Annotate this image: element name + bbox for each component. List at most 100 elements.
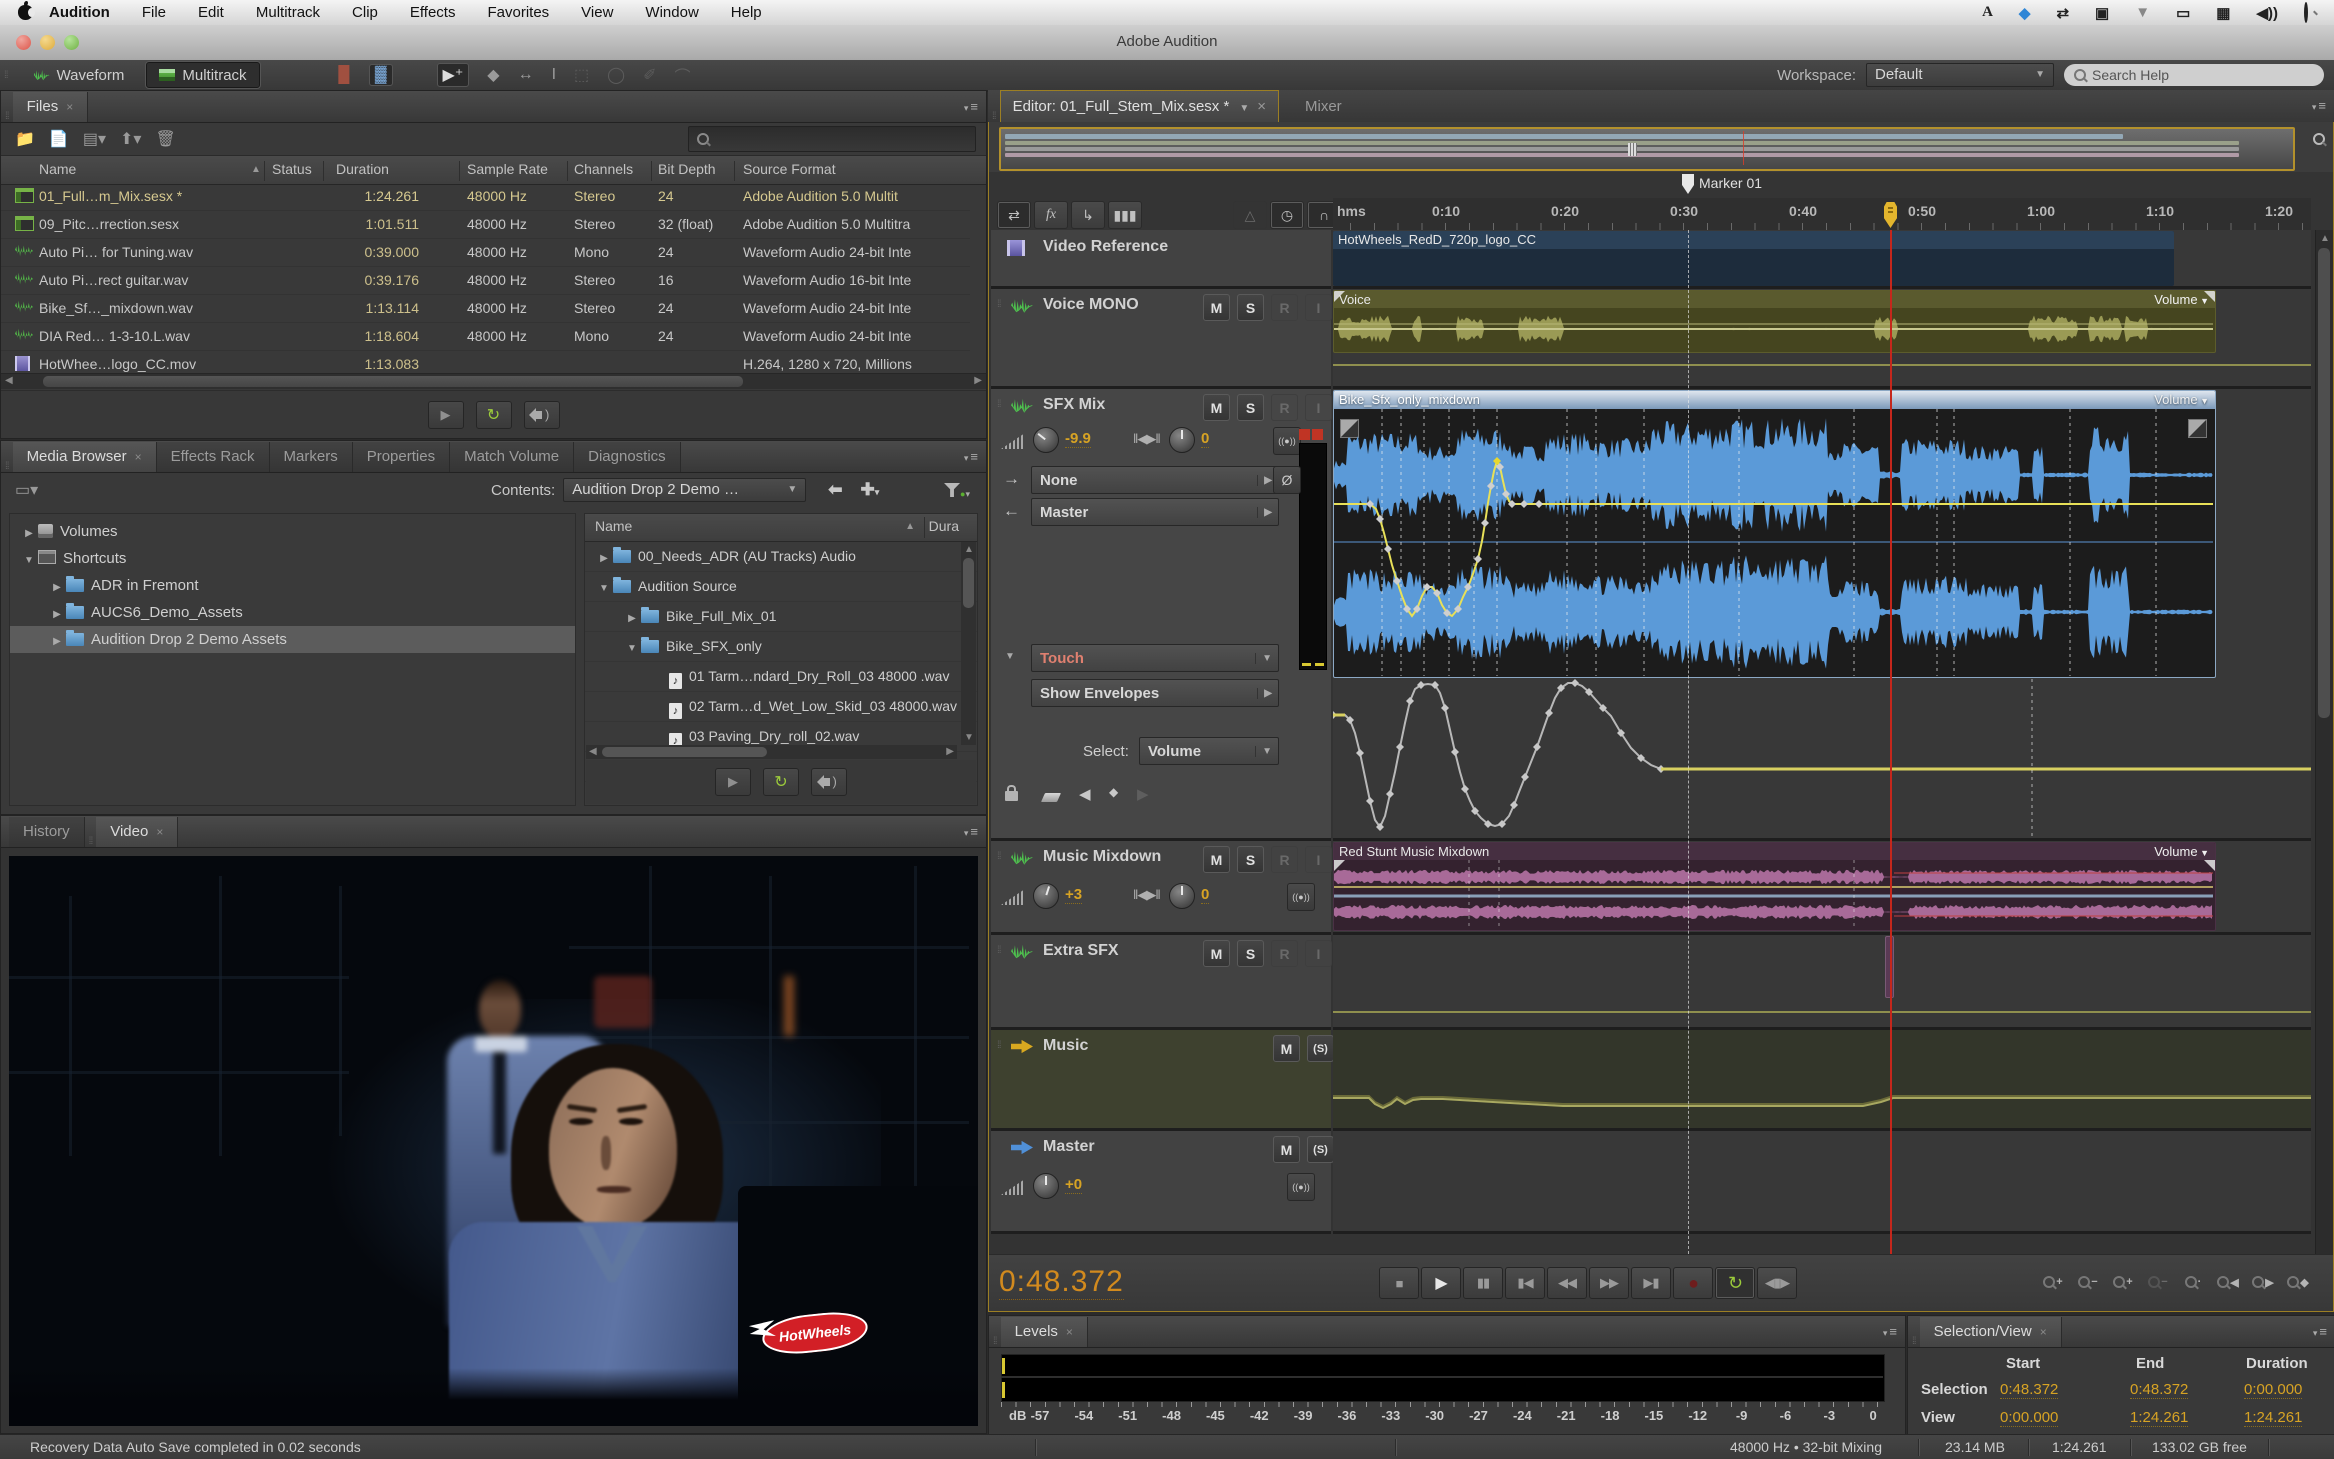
solo-safe-button[interactable]: (S) (1307, 1035, 1334, 1062)
playhead-pin[interactable] (1884, 202, 1897, 228)
files-horizontal-scrollbar[interactable]: ◀▶ (1, 373, 986, 389)
transport-button[interactable]: ▶ (1421, 1267, 1461, 1299)
editor-panel-menu-icon[interactable]: ≡ (2312, 98, 2326, 113)
transport-button[interactable]: ■ (1379, 1267, 1419, 1299)
zoom-button[interactable]: − (2072, 1269, 2104, 1295)
selection-start-value[interactable]: 0:48.372 (2000, 1381, 2058, 1399)
clear-keyframes-icon[interactable] (1041, 793, 1061, 802)
sync-icon[interactable]: ⇄ (2056, 4, 2069, 22)
track-lane-voice[interactable]: Voice Volume (1333, 289, 2311, 389)
paintbrush-tool[interactable]: ✐ (643, 65, 656, 85)
selview-panel-menu-icon[interactable]: ≡ (2313, 1324, 2327, 1339)
track-lane-music-mixdown[interactable]: Red Stunt Music Mixdown Volume (1333, 841, 2311, 935)
transport-button[interactable]: ▮▮ (1463, 1267, 1503, 1299)
solo-safe-button[interactable]: (S) (1307, 1136, 1334, 1163)
minimize-window-button[interactable] (40, 35, 55, 50)
transport-button[interactable]: ▶▶ (1589, 1267, 1629, 1299)
media-loop-button[interactable]: ↻ (763, 768, 799, 796)
monitor-input-button[interactable]: I (1305, 940, 1332, 967)
monitor-input-button[interactable]: I (1305, 846, 1332, 873)
menu-multitrack[interactable]: Multitrack (240, 0, 336, 25)
tree-item[interactable]: ▶Audition Drop 2 Demo Assets (10, 626, 575, 653)
spot-healing-tool[interactable]: ⌒ (674, 63, 690, 87)
navigator-zoom-icon[interactable] (2313, 132, 2325, 149)
menu-file[interactable]: File (126, 0, 182, 25)
search-help-field[interactable]: Search Help (2064, 64, 2324, 86)
envelope-select-dropdown[interactable]: Volume▼ (1139, 737, 1279, 765)
video-clip[interactable]: HotWheels_RedD_720p_logo_CC (1333, 231, 2174, 286)
track-header-music-bus[interactable]: ⁞⁞ Music M (S) (991, 1030, 1331, 1131)
pan-knob[interactable] (1169, 883, 1195, 909)
tab-match-volume[interactable]: Match Volume (450, 442, 574, 472)
tree-item[interactable]: ▶AUCS6_Demo_Assets (10, 599, 575, 626)
files-column-headers[interactable]: Name▲ Status Duration Sample Rate Channe… (1, 155, 986, 185)
media-play-button[interactable]: ▶ (715, 768, 751, 796)
zoom-button[interactable]: ◀ (2212, 1269, 2244, 1295)
contents-dropdown[interactable]: Audition Drop 2 Demo …▼ (563, 478, 806, 502)
files-autoplay-button[interactable] (524, 401, 560, 429)
next-keyframe-icon[interactable]: ▶ (1137, 785, 1149, 803)
menu-window[interactable]: Window (629, 0, 714, 25)
file-row[interactable]: DIA Red… 1-3-10.L.wav 1:18.604 48000 Hz … (1, 323, 970, 351)
back-icon[interactable]: ⬅ (828, 480, 842, 500)
tree-item[interactable]: ▼Shortcuts (10, 545, 575, 572)
view-start-value[interactable]: 0:00.000 (2000, 1409, 2058, 1427)
multitrack-view-button[interactable]: Multitrack (146, 62, 259, 88)
tracks-vertical-scrollbar[interactable]: ▲ (2315, 230, 2333, 1254)
open-file-icon[interactable]: 📁 (15, 129, 35, 149)
monitor-input-button[interactable]: I (1305, 294, 1332, 321)
razor-tool[interactable]: ◆ (487, 65, 499, 85)
phase-button[interactable]: Ø (1273, 466, 1301, 494)
track-header-music-mixdown[interactable]: ⁞⁞ Music Mixdown M S R I +3 ‖◀▶‖ 0 ( (991, 841, 1331, 935)
media-horizontal-scrollbar[interactable]: ◀▶ (586, 745, 957, 759)
spectral-display-button[interactable]: ▉ (339, 65, 351, 85)
track-header-voice[interactable]: ⁞⁞ Voice MONO M S R I (991, 289, 1331, 389)
sfx-clip[interactable]: Bike_Sfx_only_mixdown Volume (1333, 390, 2216, 678)
monitor-input-button[interactable]: I (1305, 394, 1332, 421)
zoom-button[interactable]: + (2107, 1269, 2139, 1295)
file-row[interactable]: 01_Full…m_Mix.sesx * 1:24.261 48000 Hz S… (1, 183, 970, 211)
file-row[interactable]: Bike_Sf…_mixdown.wav 1:13.114 48000 Hz S… (1, 295, 970, 323)
transport-button[interactable]: ◀◀ (1547, 1267, 1587, 1299)
input-dropdown[interactable]: None▶ (1031, 466, 1279, 494)
menu-clip[interactable]: Clip (336, 0, 394, 25)
zoom-window-button[interactable] (64, 35, 79, 50)
tree-item[interactable]: ▶Volumes (10, 518, 575, 545)
view-duration-value[interactable]: 1:24.261 (2244, 1409, 2302, 1427)
arm-record-button[interactable]: R (1271, 394, 1298, 421)
pan-knob[interactable] (1169, 427, 1195, 453)
solo-button[interactable]: S (1237, 394, 1264, 421)
media-list-item[interactable]: ▼Audition Source (585, 572, 977, 602)
clip-volume-label[interactable]: Volume (2154, 391, 2209, 410)
window-title-bar[interactable]: Adobe Audition (0, 25, 2334, 61)
solo-button[interactable]: S (1237, 846, 1264, 873)
zoom-navigator[interactable] (989, 122, 2333, 172)
trash-icon[interactable]: 🗑 (155, 129, 175, 149)
tab-properties[interactable]: Properties (353, 442, 450, 472)
tab-media-browser[interactable]: Media Browser× (13, 442, 157, 472)
tab-editor[interactable]: Editor: 01_Full_Stem_Mix.sesx *▼× (1000, 90, 1279, 122)
track-header-extra-sfx[interactable]: ⁞⁞ Extra SFX M S R I (991, 935, 1331, 1030)
media-list-item[interactable]: ▼Bike_SFX_only (585, 632, 977, 662)
volume-value[interactable]: +3 (1065, 886, 1082, 904)
volume-icon[interactable]: ◀)) (2256, 4, 2278, 22)
timer-icon[interactable]: ◷ (1270, 201, 1304, 229)
files-play-button[interactable]: ▶ (428, 401, 464, 429)
arm-record-button[interactable]: R (1271, 940, 1298, 967)
media-list-item[interactable]: ▶00_Needs_ADR (AU Tracks) Audio (585, 542, 977, 572)
display-icon[interactable]: ▣ (2095, 4, 2109, 22)
files-loop-button[interactable]: ↻ (476, 401, 512, 429)
media-panel-menu-icon[interactable]: ≡ (964, 449, 978, 464)
timeline-ruler[interactable]: hms 0:100:200:300:400:501:001:101:20 (1333, 198, 2311, 230)
files-panel-menu-icon[interactable]: ≡ (964, 99, 978, 114)
navigator-handle[interactable] (1628, 143, 1637, 156)
extra-sfx-sliver-clip[interactable] (1885, 936, 1894, 998)
sends-button[interactable]: ((●)) (1287, 1173, 1315, 1201)
add-keyframe-icon[interactable]: ◆ (1109, 785, 1118, 799)
zoom-button[interactable]: − (2142, 1269, 2174, 1295)
move-tool[interactable]: ▶⁺ (437, 63, 470, 87)
fx-button[interactable]: fx (1034, 201, 1068, 229)
tab-selection-view[interactable]: Selection/View× (1920, 1317, 2062, 1347)
output-dropdown[interactable]: Master▶ (1031, 498, 1279, 526)
zoom-button[interactable]: + (2037, 1269, 2069, 1295)
